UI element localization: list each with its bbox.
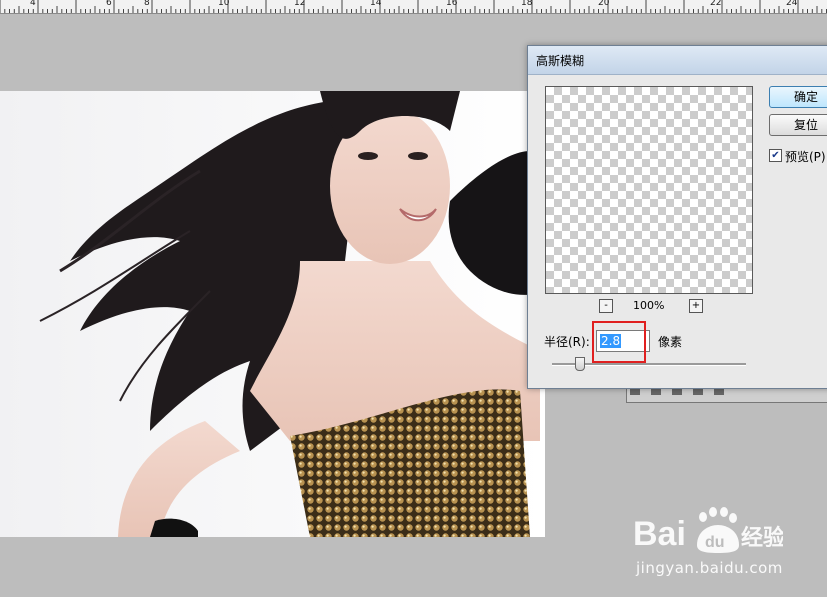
ruler-number: 18 bbox=[521, 0, 533, 8]
svg-text:经验: 经验 bbox=[741, 525, 783, 551]
svg-text:du: du bbox=[705, 534, 725, 551]
zoom-out-button[interactable]: - bbox=[599, 299, 613, 313]
baidu-logo: Bai du 经验 bbox=[633, 507, 783, 553]
svg-text:Bai: Bai bbox=[633, 515, 686, 553]
ruler-number: 12 bbox=[294, 0, 306, 8]
horizontal-ruler: 4 6 8 10 12 14 16 18 20 22 24 bbox=[0, 0, 827, 14]
baidu-jingyan-watermark: Bai du 经验 jingyan.baidu.com bbox=[633, 505, 823, 585]
ruler-number: 20 bbox=[598, 0, 610, 8]
ruler-number: 14 bbox=[370, 0, 382, 8]
ok-button[interactable]: 确定 bbox=[769, 86, 827, 108]
ruler-number: 22 bbox=[710, 0, 722, 8]
annotation-highlight-box bbox=[592, 321, 646, 363]
ruler-number: 6 bbox=[106, 0, 112, 8]
radius-slider-thumb[interactable] bbox=[575, 357, 585, 371]
photo-illustration bbox=[0, 91, 545, 537]
ruler-number: 24 bbox=[786, 0, 798, 8]
dialog-title: 高斯模糊 bbox=[536, 54, 585, 68]
zoom-level: 100% bbox=[633, 299, 665, 312]
zoom-in-button[interactable]: + bbox=[689, 299, 703, 313]
preview-checkbox[interactable]: ✔ bbox=[769, 149, 782, 162]
unit-label: 像素 bbox=[658, 335, 683, 349]
ruler-ticks bbox=[0, 0, 827, 13]
preview-area[interactable] bbox=[545, 86, 753, 294]
reset-button[interactable]: 复位 bbox=[769, 114, 827, 136]
ruler-number: 4 bbox=[30, 0, 36, 8]
gaussian-blur-dialog: 高斯模糊 - 100% + 确定 复位 ✔ 预览(P) 半径(R): 2.8 像… bbox=[527, 45, 827, 389]
ruler-number: 16 bbox=[446, 0, 458, 8]
watermark-url: jingyan.baidu.com bbox=[636, 559, 783, 577]
dialog-title-bar[interactable]: 高斯模糊 bbox=[528, 46, 827, 75]
ruler-number: 8 bbox=[144, 0, 150, 8]
preview-checkbox-label[interactable]: 预览(P) bbox=[785, 148, 826, 165]
radius-label: 半径(R): bbox=[544, 335, 590, 349]
canvas-photo[interactable] bbox=[0, 91, 545, 537]
ruler-number: 10 bbox=[218, 0, 230, 8]
